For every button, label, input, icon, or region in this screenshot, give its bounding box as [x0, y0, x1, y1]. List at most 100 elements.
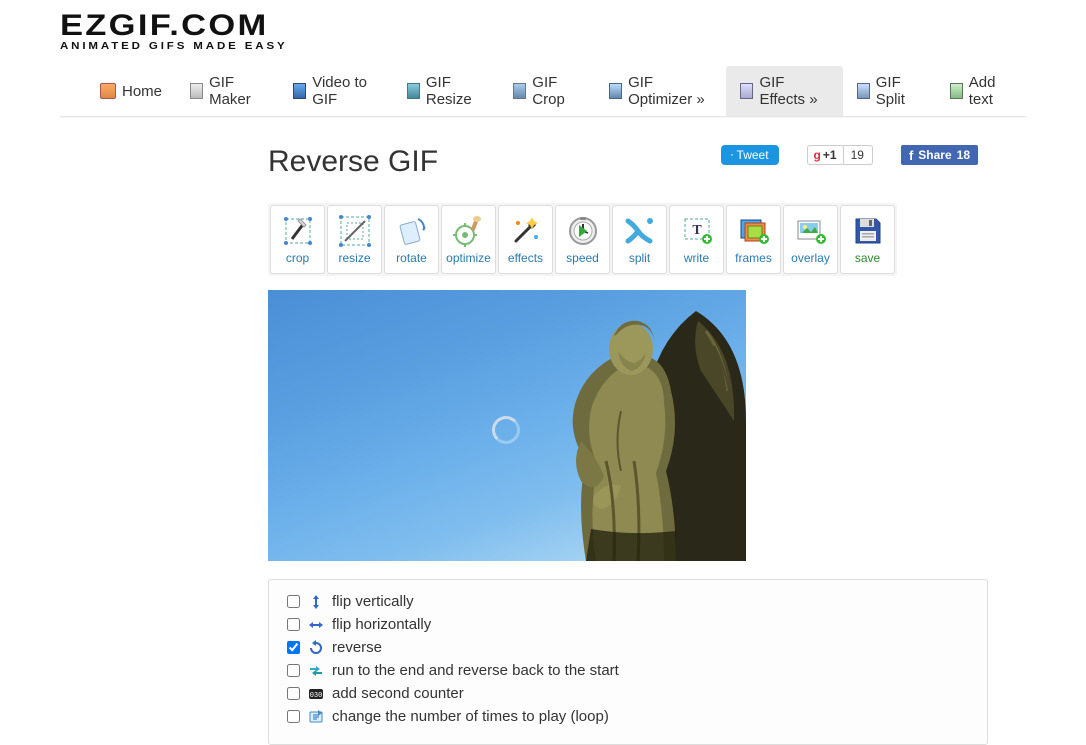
split-icon	[857, 83, 870, 99]
option-label: flip vertically	[332, 593, 414, 610]
logo-title: EZGIF.COM	[60, 12, 269, 39]
crop-icon	[513, 83, 526, 99]
nav-video-to-gif[interactable]: Video to GIF	[279, 66, 393, 116]
checkbox-add-second-counter[interactable]	[287, 687, 300, 700]
tool-label: overlay	[791, 251, 830, 265]
text-icon	[950, 83, 963, 99]
flip-horizontal-icon	[308, 617, 324, 633]
option-flip-horizontally: flip horizontally	[287, 613, 969, 636]
loading-spinner-icon	[492, 416, 520, 444]
tool-label: speed	[566, 251, 599, 265]
site-logo[interactable]: EZGIF.COM ANIMATED GIFS MADE EASY	[60, 0, 1026, 52]
nav-label: Home	[122, 83, 162, 100]
tool-overlay[interactable]: overlay	[783, 205, 838, 274]
nav-gif-split[interactable]: GIF Split	[843, 66, 936, 116]
tool-label: write	[684, 251, 709, 265]
gif-preview	[268, 290, 746, 561]
option-reverse: reverse	[287, 636, 969, 659]
nav-home[interactable]: Home	[86, 66, 176, 116]
tool-save[interactable]: save	[840, 205, 895, 274]
counter-icon: 030	[308, 686, 324, 702]
tool-label: split	[629, 251, 650, 265]
gplus-count: 19	[843, 145, 873, 165]
reverse-icon	[308, 640, 324, 656]
fb-label: Share	[918, 148, 951, 162]
tool-label: save	[855, 251, 880, 265]
tool-write[interactable]: T write	[669, 205, 724, 274]
resize-icon	[339, 215, 371, 247]
nav-gif-resize[interactable]: GIF Resize	[393, 66, 499, 116]
logo-subtitle: ANIMATED GIFS MADE EASY	[60, 41, 288, 52]
checkbox-reverse[interactable]	[287, 641, 300, 654]
page-title: Reverse GIF	[268, 145, 438, 179]
nav-label: GIF Optimizer »	[628, 74, 712, 108]
tool-label: optimize	[446, 251, 491, 265]
overlay-icon	[795, 215, 827, 247]
nav-label: Video to GIF	[312, 74, 379, 108]
tool-label: resize	[338, 251, 370, 265]
social-buttons: Tweet g +1 19 f Share 18	[721, 145, 978, 165]
checkbox-flip-horizontally[interactable]	[287, 618, 300, 631]
nav-label: GIF Resize	[426, 74, 485, 108]
optimizer-icon	[609, 83, 622, 99]
main-nav: Home GIF Maker Video to GIF GIF Resize G…	[60, 66, 1026, 117]
home-icon	[100, 83, 116, 99]
speed-icon	[567, 215, 599, 247]
google-plus-button[interactable]: g +1 19	[807, 145, 873, 165]
crop-icon	[282, 215, 314, 247]
tool-split[interactable]: split	[612, 205, 667, 274]
tool-label: frames	[735, 251, 772, 265]
facebook-share-button[interactable]: f Share 18	[901, 145, 978, 165]
twitter-icon	[731, 149, 733, 161]
tool-toolbar: crop resize rotate optimize	[268, 203, 897, 276]
tweet-label: Tweet	[737, 148, 769, 162]
tool-label: rotate	[396, 251, 427, 265]
effects-icon	[510, 215, 542, 247]
facebook-icon: f	[909, 148, 913, 163]
video-icon	[293, 83, 306, 99]
nav-gif-crop[interactable]: GIF Crop	[499, 66, 595, 116]
tool-resize[interactable]: resize	[327, 205, 382, 274]
nav-label: GIF Split	[876, 74, 922, 108]
tool-rotate[interactable]: rotate	[384, 205, 439, 274]
resize-icon	[407, 83, 420, 99]
run-reverse-icon	[308, 663, 324, 679]
rotate-icon	[396, 215, 428, 247]
tool-frames[interactable]: frames	[726, 205, 781, 274]
options-panel: flip vertically flip horizontally revers…	[268, 579, 988, 745]
gplus-label: +1	[823, 148, 837, 162]
nav-label: GIF Effects »	[759, 74, 828, 108]
tool-crop[interactable]: crop	[270, 205, 325, 274]
frames-icon	[738, 215, 770, 247]
effects-icon	[740, 83, 753, 99]
nav-label: Add text	[969, 74, 1012, 108]
split-icon	[624, 215, 656, 247]
option-loop-count: change the number of times to play (loop…	[287, 705, 969, 728]
nav-label: GIF Maker	[209, 74, 265, 108]
twitter-share-button[interactable]: Tweet	[721, 145, 779, 165]
nav-label: GIF Crop	[532, 74, 581, 108]
checkbox-loop-count[interactable]	[287, 710, 300, 723]
option-label: add second counter	[332, 685, 464, 702]
nav-gif-optimizer[interactable]: GIF Optimizer »	[595, 66, 726, 116]
option-label: reverse	[332, 639, 382, 656]
tool-speed[interactable]: speed	[555, 205, 610, 274]
write-icon: T	[681, 215, 713, 247]
option-flip-vertically: flip vertically	[287, 590, 969, 613]
option-add-second-counter: 030 add second counter	[287, 682, 969, 705]
fb-count: 18	[957, 148, 970, 162]
nav-add-text[interactable]: Add text	[936, 66, 1026, 116]
flip-vertical-icon	[308, 594, 324, 610]
checkbox-run-reverse-back[interactable]	[287, 664, 300, 677]
option-label: flip horizontally	[332, 616, 431, 633]
save-icon	[852, 215, 884, 247]
gif-maker-icon	[190, 83, 203, 99]
nav-gif-effects[interactable]: GIF Effects »	[726, 66, 842, 116]
tool-label: effects	[508, 251, 543, 265]
tool-effects[interactable]: effects	[498, 205, 553, 274]
svg-text:030: 030	[310, 692, 323, 700]
checkbox-flip-vertically[interactable]	[287, 595, 300, 608]
tool-optimize[interactable]: optimize	[441, 205, 496, 274]
nav-gif-maker[interactable]: GIF Maker	[176, 66, 279, 116]
option-label: run to the end and reverse back to the s…	[332, 662, 619, 679]
